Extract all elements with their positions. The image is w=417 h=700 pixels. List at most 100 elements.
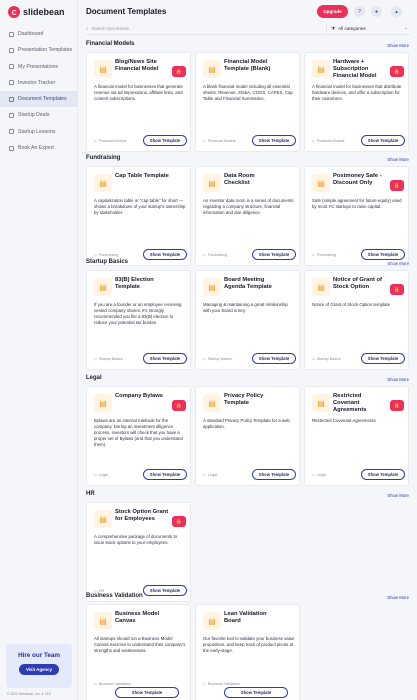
- show-more-link[interactable]: Show More: [387, 261, 409, 266]
- sidebar-item-my-presentations[interactable]: My Presentations: [0, 59, 78, 75]
- show-template-button[interactable]: Show Template: [252, 469, 296, 480]
- template-card[interactable]: ▤ Notice of Grant of Stock Option 🔒 Notice …: [304, 270, 409, 370]
- brand-name: slidebean: [23, 7, 65, 17]
- template-card[interactable]: ▤ Hardware + Subscription Financial Model…: [304, 52, 409, 152]
- show-template-button[interactable]: Show Template: [361, 135, 405, 146]
- search-input[interactable]: ⌕ Search documents: [86, 23, 326, 33]
- template-card[interactable]: ▤ Company Bylaws 🔒 Bylaws are an internal r…: [86, 386, 191, 486]
- show-template-button[interactable]: Show Template: [143, 469, 187, 480]
- section-title: HR: [86, 491, 95, 497]
- category-select[interactable]: ⧩ All categories ⌄: [326, 23, 408, 33]
- show-more-link[interactable]: Show More: [387, 377, 409, 382]
- template-card[interactable]: ▤ Stock Option Grant for Employees 🔒 A comp…: [86, 502, 191, 602]
- template-card[interactable]: ▤ Cap Table Template A capitalization tabl…: [86, 166, 191, 266]
- card-category: ◇ Legal: [203, 473, 217, 477]
- template-card[interactable]: ▤ Data Room Checklist An investor data roo…: [195, 166, 300, 266]
- show-template-button[interactable]: Show Template: [252, 353, 296, 364]
- template-thumbnail-icon: ▤: [203, 612, 221, 630]
- sidebar-item-book-an-expert[interactable]: Book An Expert: [0, 140, 78, 156]
- show-more-link[interactable]: Show More: [387, 43, 409, 48]
- help-icon[interactable]: ?: [354, 6, 365, 17]
- sidebar-item-investor-tracker[interactable]: Investor Tracker: [0, 75, 78, 91]
- tag-icon: ◇: [94, 473, 97, 477]
- slidebean-logo-icon: [8, 6, 20, 18]
- section-header: Financial Models Show More: [78, 38, 417, 50]
- show-template-button[interactable]: Show Template: [361, 353, 405, 364]
- card-category: ◇ Startup Basics: [312, 357, 341, 361]
- template-card[interactable]: ▤ 83(B) Election Template If you are a fou…: [86, 270, 191, 370]
- tag-icon: ◇: [94, 357, 97, 361]
- section: Startup Basics Show More ▤ 83(B) Election T…: [78, 256, 417, 374]
- sidebar: slidebean Dashboard Presentation Templat…: [0, 0, 78, 700]
- upgrade-button[interactable]: Upgrade: [317, 5, 348, 18]
- card-row: ▤ Company Bylaws 🔒 Bylaws are an internal r…: [78, 384, 417, 490]
- tag-icon: [9, 112, 14, 118]
- show-template-button[interactable]: Show Template: [224, 687, 288, 698]
- category-value: All categories: [338, 25, 366, 31]
- sidebar-item-label: Book An Expert: [18, 145, 54, 152]
- avatar[interactable]: ▴: [391, 6, 402, 17]
- section-header: HR Show More: [78, 488, 417, 500]
- lock-icon: 🔒: [172, 516, 186, 527]
- lock-icon: 🔒: [390, 180, 404, 191]
- show-template-button[interactable]: Show Template: [143, 353, 187, 364]
- lock-icon: 🔒: [172, 400, 186, 411]
- lock-icon: 🔒: [390, 66, 404, 77]
- card-description: If you are a founder or an employee rece…: [94, 302, 182, 326]
- template-card[interactable]: ▤ Restricted Covenant Agreements 🔒 Restrict…: [304, 386, 409, 486]
- sidebar-item-startup-lessons[interactable]: Startup Lessons: [0, 124, 78, 140]
- card-description: A blank financial model including all es…: [203, 84, 293, 102]
- card-category: ◇ Legal: [312, 473, 326, 477]
- home-icon: [9, 31, 14, 37]
- lock-icon: 🔒: [390, 284, 404, 295]
- book-icon: [9, 129, 14, 135]
- card-category: ◇ Financial Models: [312, 139, 345, 143]
- show-more-link[interactable]: Show More: [387, 595, 409, 600]
- show-template-button[interactable]: Show Template: [361, 469, 405, 480]
- sidebar-item-label: Presentation Templates: [18, 47, 73, 54]
- card-title: Privacy Policy Template: [224, 393, 264, 407]
- template-card[interactable]: ▤ Financial Model Template (Blank) A blank…: [195, 52, 300, 152]
- template-card[interactable]: ▤ Lean Validation Board Our favorite tool …: [195, 604, 300, 700]
- template-card[interactable]: ▤ Blog/News Site Financial Model 🔒 A financ…: [86, 52, 191, 152]
- sidebar-item-startup-deals[interactable]: Startup Deals: [0, 107, 78, 123]
- section-header: Fundraising Show More: [78, 152, 417, 164]
- search-placeholder: Search documents: [91, 25, 130, 31]
- template-card[interactable]: ▤ Board Meeting Agenda Template Managing &…: [195, 270, 300, 370]
- show-template-button[interactable]: Show Template: [143, 135, 187, 146]
- card-title: Lean Validation Board: [224, 611, 267, 625]
- lock-icon: 🔒: [172, 66, 186, 77]
- card-title: Data Room Checklist: [224, 173, 255, 187]
- template-thumbnail-icon: ▤: [203, 394, 221, 412]
- sidebar-item-dashboard[interactable]: Dashboard: [0, 26, 78, 42]
- visit-agency-button[interactable]: Visit Agency: [18, 664, 60, 675]
- card-title: 83(B) Election Template: [115, 277, 154, 291]
- show-template-button[interactable]: Show Template: [252, 135, 296, 146]
- section-title: Financial Models: [86, 41, 135, 47]
- show-more-link[interactable]: Show More: [387, 157, 409, 162]
- card-category: ◇ Business Validation: [94, 682, 131, 686]
- card-description: Bylaws are an internal rulebook for the …: [94, 418, 183, 448]
- template-thumbnail-icon: ▤: [312, 174, 330, 192]
- sidebar-item-presentation-templates[interactable]: Presentation Templates: [0, 42, 78, 58]
- template-card[interactable]: ▤ Postmoney Safe - Discount Only 🔒 Safe (si…: [304, 166, 409, 266]
- template-card[interactable]: ▤ Business Model Canvas All startups shoul…: [86, 604, 191, 700]
- card-description: A financial model for businesses that ge…: [94, 84, 183, 102]
- template-thumbnail-icon: ▤: [312, 278, 330, 296]
- bell-icon[interactable]: ●: [371, 6, 382, 17]
- sidebar-item-document-templates[interactable]: Document Templates: [0, 91, 78, 108]
- section-title: Business Validation: [86, 593, 143, 599]
- chat-icon: [9, 145, 14, 151]
- logo[interactable]: slidebean: [8, 6, 65, 18]
- card-title: Business Model Canvas: [115, 611, 160, 625]
- sidebar-item-label: Investor Tracker: [18, 79, 56, 86]
- section-header: Legal Show More: [78, 372, 417, 384]
- template-thumbnail-icon: ▤: [312, 394, 330, 412]
- show-more-link[interactable]: Show More: [387, 493, 409, 498]
- card-category: ◇ Financial Models: [94, 139, 127, 143]
- template-thumbnail-icon: ▤: [94, 394, 112, 412]
- card-title: Company Bylaws: [115, 393, 163, 399]
- sidebar-item-label: My Presentations: [18, 63, 59, 70]
- show-template-button[interactable]: Show Template: [115, 687, 179, 698]
- template-card[interactable]: ▤ Privacy Policy Template A standard Priva…: [195, 386, 300, 486]
